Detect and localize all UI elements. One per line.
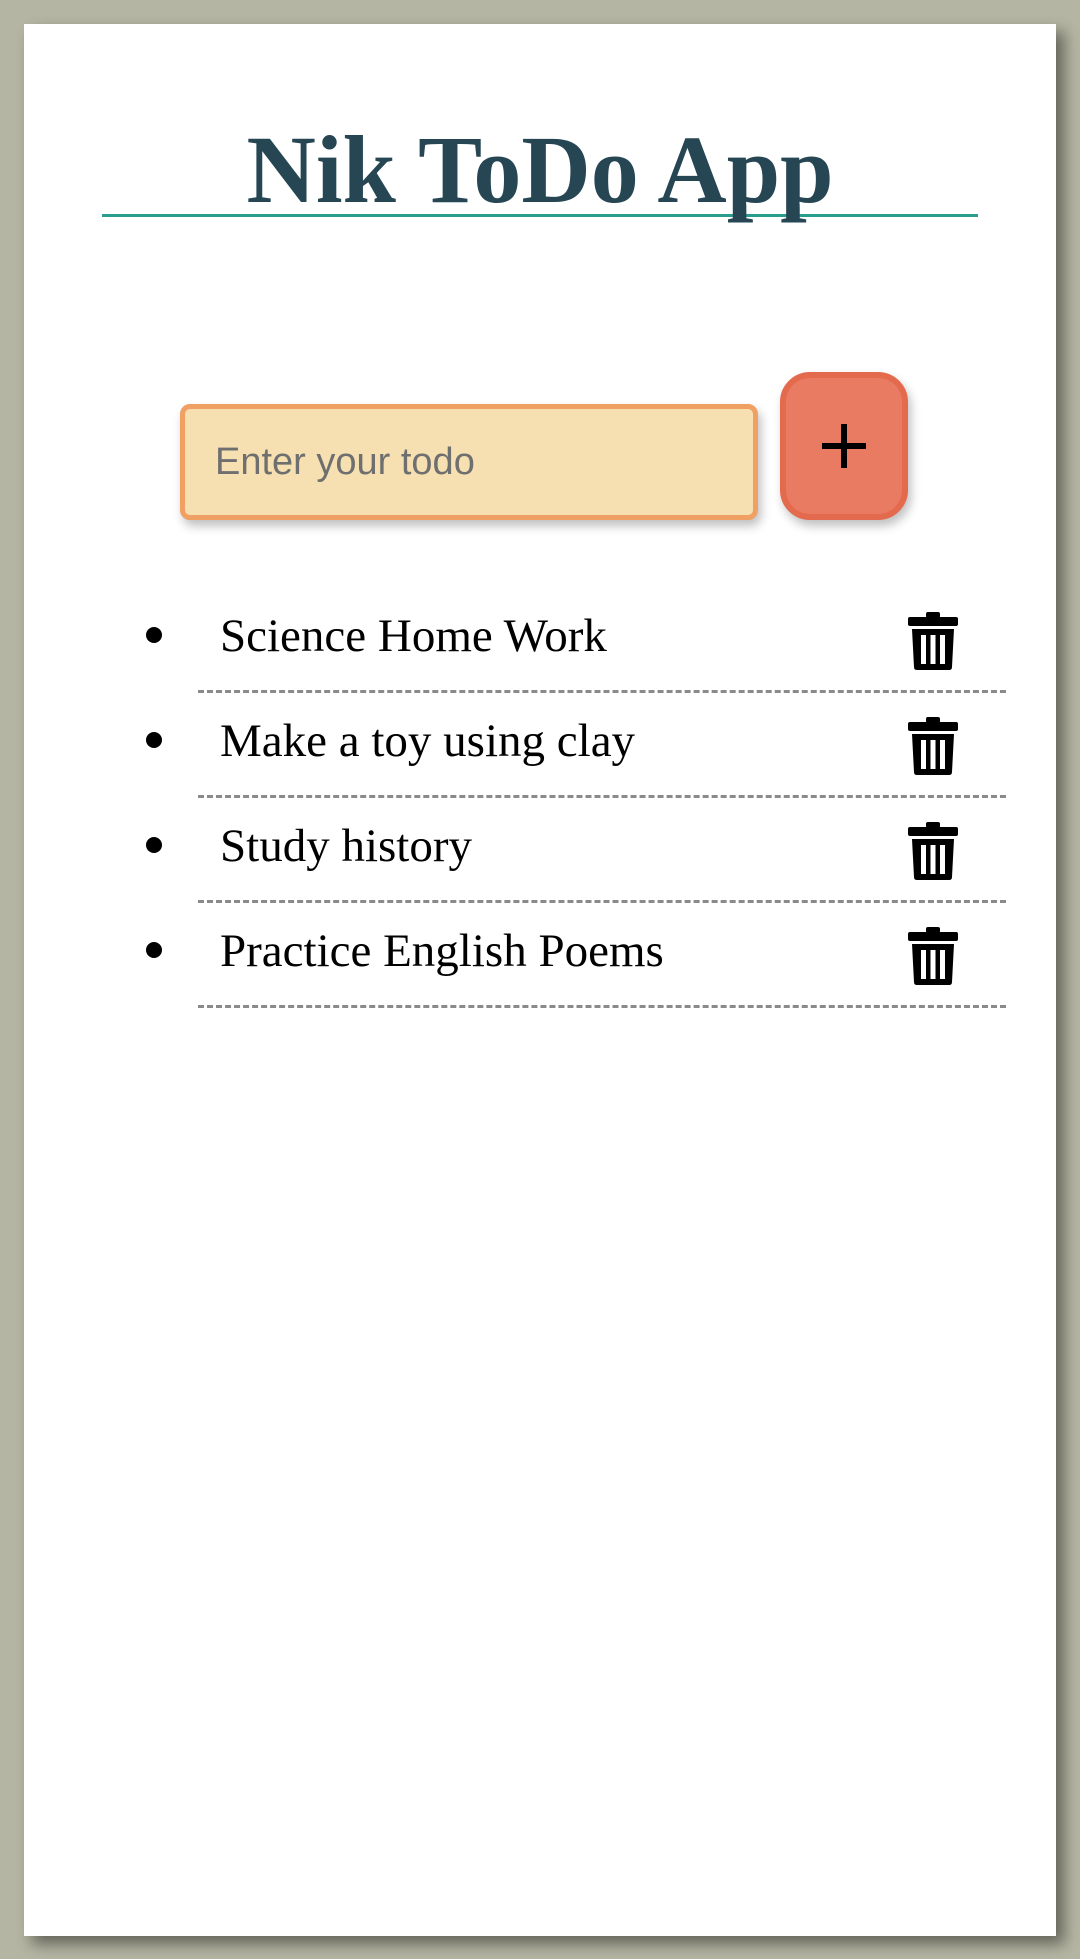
todo-item: Study history (146, 798, 1006, 903)
bullet-icon (146, 942, 162, 958)
bullet-icon (146, 732, 162, 748)
todo-text: Practice English Poems (220, 925, 664, 977)
trash-icon (908, 612, 958, 670)
todo-form (180, 372, 936, 542)
todo-input[interactable] (180, 404, 758, 520)
page-title: Nik ToDo App (246, 116, 834, 223)
trash-icon (908, 717, 958, 775)
bullet-icon (146, 627, 162, 643)
trash-icon (908, 822, 958, 880)
bullet-icon (146, 837, 162, 853)
add-todo-button[interactable] (780, 372, 908, 520)
app-card: Nik ToDo App Science Home Work (24, 24, 1056, 1936)
plus-icon (822, 424, 866, 468)
todo-text: Make a toy using clay (220, 715, 636, 767)
todo-list: Science Home Work Make a toy using clay (146, 588, 1006, 1008)
todo-text: Study history (220, 820, 473, 872)
delete-todo-button[interactable] (908, 822, 958, 880)
header: Nik ToDo App (102, 24, 978, 223)
delete-todo-button[interactable] (908, 717, 958, 775)
todo-item: Make a toy using clay (146, 693, 1006, 798)
delete-todo-button[interactable] (908, 927, 958, 985)
todo-text: Science Home Work (220, 610, 607, 662)
todo-item: Science Home Work (146, 588, 1006, 693)
delete-todo-button[interactable] (908, 612, 958, 670)
trash-icon (908, 927, 958, 985)
todo-item: Practice English Poems (146, 903, 1006, 1008)
